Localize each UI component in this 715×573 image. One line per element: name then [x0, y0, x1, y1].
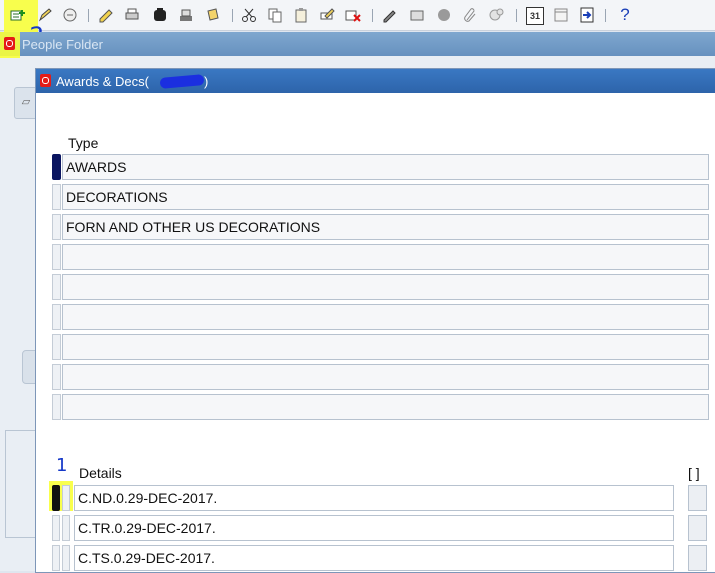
- redacted-scribble: [159, 74, 205, 89]
- awards-decs-title-bar[interactable]: Awards & Decs( ): [36, 69, 715, 93]
- row-indicator[interactable]: [52, 214, 61, 240]
- type-field[interactable]: [62, 394, 709, 420]
- awards-decs-window: Awards & Decs( ) Type AWARDS DECORATIONS…: [35, 68, 715, 573]
- type-field[interactable]: FORN AND OTHER US DECORATIONS: [62, 214, 709, 240]
- type-field[interactable]: [62, 244, 709, 270]
- calendar-icon-label: 31: [529, 11, 540, 21]
- type-column-header: Type: [68, 135, 99, 151]
- find-icon[interactable]: [152, 7, 168, 23]
- circle-icon[interactable]: [436, 7, 452, 23]
- window-icon[interactable]: [553, 7, 569, 23]
- save-icon[interactable]: [98, 7, 114, 23]
- details-bracket-header: [ ]: [688, 465, 700, 481]
- clear-record-icon[interactable]: [319, 7, 335, 23]
- print-icon[interactable]: [124, 7, 140, 23]
- type-field[interactable]: [62, 304, 709, 330]
- annotation-one: 1: [56, 455, 68, 476]
- details-checkbox[interactable]: [688, 485, 707, 511]
- details-checkbox[interactable]: [688, 545, 707, 571]
- row-indicator[interactable]: [52, 485, 60, 511]
- toolbar-separator: [372, 9, 373, 22]
- paperclip-icon[interactable]: [462, 7, 478, 23]
- toolbar-separator: [88, 9, 89, 22]
- row-indicator[interactable]: [52, 304, 61, 330]
- exit-icon[interactable]: [579, 7, 595, 23]
- details-column-header: Details: [79, 465, 122, 481]
- type-field[interactable]: [62, 364, 709, 390]
- translate-icon[interactable]: [62, 7, 78, 23]
- details-field[interactable]: C.TS.0.29-DEC-2017.: [74, 545, 674, 571]
- row-indicator[interactable]: [52, 515, 60, 541]
- calendar-icon[interactable]: 31: [526, 7, 544, 25]
- edit-field-icon[interactable]: [381, 7, 397, 23]
- type-field[interactable]: AWARDS: [62, 154, 709, 180]
- type-field[interactable]: [62, 274, 709, 300]
- row-indicator[interactable]: [52, 274, 61, 300]
- people-folder-title: People Folder: [22, 37, 103, 52]
- row-indicator[interactable]: [52, 184, 61, 210]
- row-indicator[interactable]: [62, 545, 70, 571]
- people-folder-title-bar[interactable]: People Folder: [0, 32, 715, 58]
- row-indicator[interactable]: [62, 515, 70, 541]
- help-icon[interactable]: ?: [617, 5, 633, 24]
- type-field[interactable]: DECORATIONS: [62, 184, 709, 210]
- delete-record-icon[interactable]: [345, 7, 361, 23]
- details-field[interactable]: C.ND.0.29-DEC-2017.: [74, 485, 674, 511]
- row-indicator[interactable]: [52, 244, 61, 270]
- edit-icon[interactable]: [37, 7, 53, 23]
- awards-decs-title: Awards & Decs(: [56, 74, 149, 89]
- oracle-logo-icon: [4, 37, 15, 50]
- translate-disabled-icon[interactable]: [488, 7, 504, 23]
- attachments-icon[interactable]: [205, 7, 221, 23]
- copy-icon[interactable]: [267, 7, 283, 23]
- type-field[interactable]: [62, 334, 709, 360]
- toolbar-separator: [232, 9, 233, 22]
- toolbar-separator: [516, 9, 517, 22]
- folder-tools-icon[interactable]: [409, 7, 425, 23]
- cut-icon[interactable]: [241, 7, 257, 23]
- paste-icon[interactable]: [293, 7, 309, 23]
- row-indicator[interactable]: [52, 334, 61, 360]
- zoom-icon[interactable]: [178, 7, 194, 23]
- details-checkbox[interactable]: [688, 515, 707, 541]
- row-indicator[interactable]: [52, 394, 61, 420]
- oracle-logo-icon: [40, 74, 51, 87]
- help-label: ?: [620, 5, 630, 24]
- toolbar-separator: [605, 9, 606, 22]
- toolbar: 31 ?: [0, 0, 715, 32]
- row-indicator[interactable]: [52, 364, 61, 390]
- details-field[interactable]: C.TR.0.29-DEC-2017.: [74, 515, 674, 541]
- row-indicator[interactable]: [52, 154, 61, 180]
- side-panel-line: [5, 430, 36, 538]
- awards-decs-title-suffix: ): [204, 74, 209, 89]
- row-indicator[interactable]: [62, 485, 70, 511]
- row-indicator[interactable]: [52, 545, 60, 571]
- new-record-icon[interactable]: [10, 7, 26, 23]
